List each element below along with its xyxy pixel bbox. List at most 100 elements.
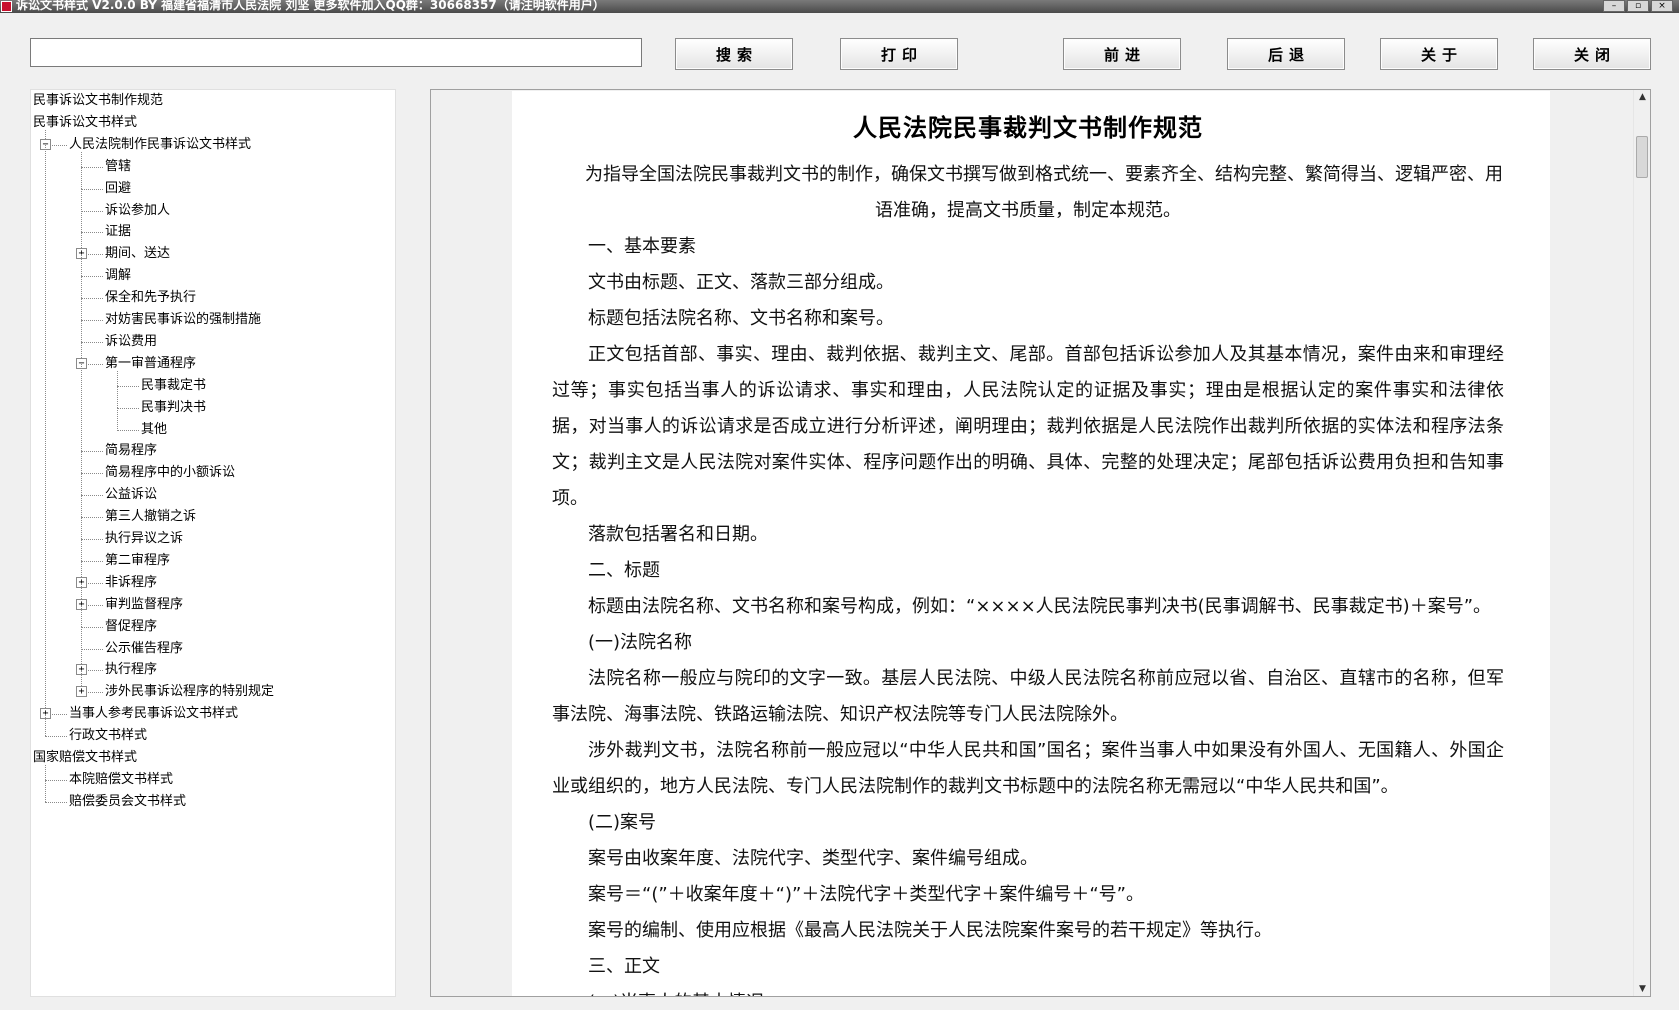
tree-connector <box>45 779 46 802</box>
tree-connector <box>81 151 82 167</box>
tree-item[interactable]: 民事判决书 <box>141 400 206 416</box>
tree-item[interactable]: 执行程序 <box>105 662 157 678</box>
document-paragraph: 二、标题 <box>588 560 660 581</box>
tree-connector <box>81 320 82 342</box>
tree-item[interactable]: 期间、送达 <box>105 246 170 262</box>
tree-connector <box>81 320 103 321</box>
tree-connector <box>45 765 46 780</box>
tree-connector <box>81 276 82 299</box>
tree-item[interactable]: 第二审程序 <box>105 553 170 569</box>
tree-connector <box>81 298 82 320</box>
print-button[interactable]: 打印 <box>840 38 958 70</box>
tree-connector <box>81 232 103 234</box>
tree-item[interactable]: 执行异议之诉 <box>105 531 183 547</box>
tree-connector <box>81 517 103 519</box>
tree-connector <box>117 407 118 430</box>
navigation-tree[interactable]: 民事诉讼文书制作规范 民事诉讼文书样式 − 人民法院制作民事诉讼文书样式 管辖 回避 诉讼参… <box>30 89 396 997</box>
tree-connector <box>81 276 103 278</box>
scroll-down-arrow-icon[interactable]: ▼ <box>1634 982 1650 996</box>
tree-item[interactable]: 对妨害民事诉讼的强制措施 <box>105 312 261 328</box>
tree-item[interactable]: 审判监督程序 <box>105 597 183 613</box>
tree-connector <box>81 604 82 627</box>
tree-connector <box>117 385 118 408</box>
tree-connector <box>81 517 82 539</box>
close-window-button[interactable]: × <box>1651 0 1673 12</box>
app-icon <box>1 1 12 12</box>
tree-connector <box>81 210 103 212</box>
tree-item[interactable]: 证据 <box>105 224 131 240</box>
search-button[interactable]: 搜索 <box>675 38 793 70</box>
forward-button[interactable]: 前进 <box>1063 38 1181 70</box>
tree-connector <box>81 254 82 277</box>
tree-item[interactable]: 当事人参考民事诉讼文书样式 <box>69 706 238 722</box>
document-paragraph: 一、基本要素 <box>588 236 696 257</box>
tree-item[interactable]: 简易程序 <box>105 443 157 459</box>
tree-connector <box>117 429 139 431</box>
tree-connector <box>81 341 103 343</box>
document-paragraph: 文书由标题、正文、落款三部分组成。 <box>588 272 894 293</box>
document-title: 人民法院民事裁判文书制作规范 <box>853 113 1203 142</box>
document-page: 人民法院民事裁判文书制作规范 为指导全国法院民事裁判文书的制作，确保文书撰写做到… <box>512 91 1550 996</box>
tree-item[interactable]: 其他 <box>141 422 167 438</box>
scroll-thumb[interactable] <box>1636 136 1648 178</box>
tree-connector <box>81 166 103 168</box>
tree-connector <box>117 385 139 387</box>
close-button[interactable]: 关闭 <box>1533 38 1651 70</box>
tree-item[interactable]: 本院赔偿文书样式 <box>69 772 173 788</box>
tree-item[interactable]: 公益诉讼 <box>105 487 157 503</box>
tree-item[interactable]: 民事诉讼文书制作规范 <box>33 93 163 109</box>
tree-item[interactable]: 保全和先予执行 <box>105 290 196 306</box>
tree-item[interactable]: 非诉程序 <box>105 575 157 591</box>
tree-item[interactable]: 督促程序 <box>105 619 157 635</box>
tree-connector <box>81 363 82 452</box>
document-paragraph: 落款包括署名和日期。 <box>588 524 768 545</box>
tree-item[interactable]: 民事裁定书 <box>141 378 206 394</box>
back-button[interactable]: 后退 <box>1227 38 1345 70</box>
tree-item[interactable]: 回避 <box>105 181 131 197</box>
tree-item[interactable]: 人民法院制作民事诉讼文书样式 <box>69 137 251 153</box>
tree-item[interactable]: 第三人撤销之诉 <box>105 509 196 525</box>
scroll-up-arrow-icon[interactable]: ▲ <box>1634 90 1650 104</box>
tree-item[interactable]: 调解 <box>105 268 131 284</box>
expand-icon[interactable]: + <box>76 686 87 698</box>
document-paragraph: 案号＝“(”＋收案年度＋“)”＋法院代字＋类型代字＋案件编号＋“号”。 <box>588 884 1144 905</box>
tree-item[interactable]: 赔偿委员会文书样式 <box>69 794 186 810</box>
document-paragraph: 标题包括法院名称、文书名称和案号。 <box>588 308 894 329</box>
search-input[interactable] <box>30 38 642 67</box>
vertical-scrollbar[interactable]: ▲ ▼ <box>1633 90 1650 996</box>
maximize-button[interactable]: ▫ <box>1627 0 1649 12</box>
tree-connector <box>81 560 103 562</box>
tree-item[interactable]: 简易程序中的小额诉讼 <box>105 465 235 481</box>
tree-item[interactable]: 行政文书样式 <box>69 728 147 744</box>
tree-connector <box>81 473 103 475</box>
tree-item[interactable]: 国家赔偿文书样式 <box>33 750 137 766</box>
tree-item[interactable]: 公示催告程序 <box>105 641 183 657</box>
tree-item[interactable]: 诉讼参加人 <box>105 203 170 219</box>
about-button[interactable]: 关于 <box>1380 38 1498 70</box>
tree-connector <box>45 144 46 715</box>
tree-item[interactable]: 管辖 <box>105 159 131 175</box>
tree-connector <box>81 298 103 300</box>
tree-item[interactable]: 涉外民事诉讼程序的特别规定 <box>105 684 274 700</box>
document-paragraph: 案号由收案年度、法院代字、类型代字、案件编号组成。 <box>588 848 1038 869</box>
document-paragraph: 三、正文 <box>588 956 660 977</box>
tree-connector <box>81 626 103 628</box>
tree-connector <box>81 539 82 561</box>
minimize-button[interactable]: – <box>1603 0 1625 12</box>
tree-connector <box>45 714 46 737</box>
document-paragraph: 法院名称一般应与院印的文字一致。基层人民法院、中级人民法院名称前应冠以省、自治区… <box>552 668 1504 725</box>
tree-connector <box>81 648 103 650</box>
tree-connector <box>81 451 103 453</box>
tree-connector <box>117 370 118 386</box>
tree-connector <box>81 166 82 189</box>
document-paragraph: 案号的编制、使用应根据《最高人民法院关于人民法院案件案号的若干规定》等执行。 <box>588 920 1272 941</box>
tree-connector <box>81 495 103 497</box>
tree-item[interactable]: 第一审普通程序 <box>105 356 196 372</box>
tree-item[interactable]: 诉讼费用 <box>105 334 157 350</box>
tree-item[interactable]: 民事诉讼文书样式 <box>33 115 137 131</box>
document-paragraph: (一)当事人的基本情况 <box>552 985 1504 996</box>
document-paragraph: 涉外裁判文书，法院名称前一般应冠以“中华人民共和国”国名；案件当事人中如果没有外… <box>552 740 1504 797</box>
tree-connector <box>81 188 82 211</box>
document-viewer[interactable]: 人民法院民事裁判文书制作规范 为指导全国法院民事裁判文书的制作，确保文书撰写做到… <box>430 89 1651 997</box>
tree-connector <box>45 801 67 803</box>
